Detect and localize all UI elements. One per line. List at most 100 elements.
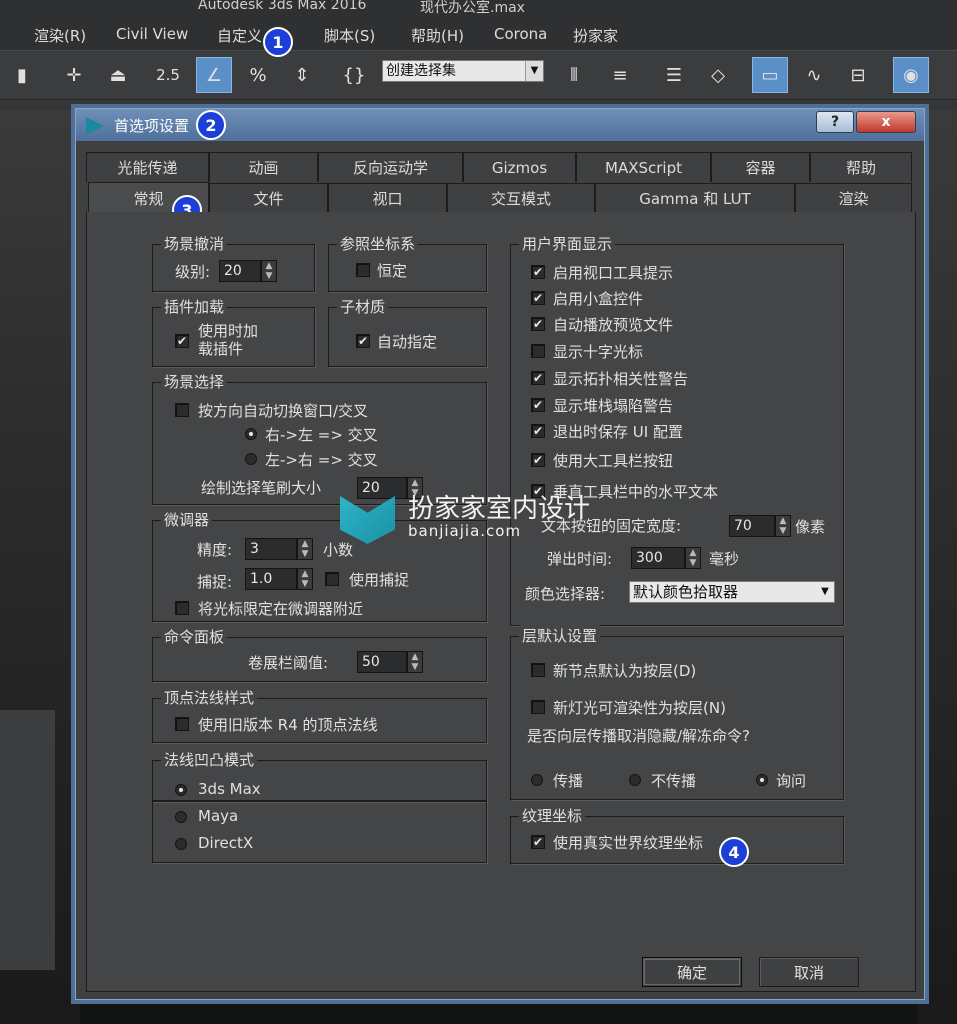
auto-switch-checkbox[interactable] bbox=[175, 403, 189, 417]
menu-render[interactable]: 渲染(R) bbox=[34, 25, 86, 46]
right-to-left-radio[interactable] bbox=[245, 428, 257, 440]
texture-coord-title: 纹理坐标 bbox=[519, 805, 586, 826]
wrap-cursor-checkbox[interactable] bbox=[175, 601, 189, 615]
fixed-width-input[interactable]: 70 bbox=[729, 515, 775, 537]
menu-corona[interactable]: Corona bbox=[494, 25, 547, 43]
popup-time-input[interactable]: 300 bbox=[631, 547, 685, 569]
brush-size-input[interactable]: 20 bbox=[357, 477, 407, 499]
save-ui-config-checkbox[interactable]: ✔ bbox=[531, 424, 545, 438]
bump-directx-radio[interactable] bbox=[175, 838, 187, 850]
propagate-label: 传播 bbox=[553, 772, 584, 790]
select-move-icon[interactable]: ✛ bbox=[56, 57, 92, 93]
menu-script[interactable]: 脚本(S) bbox=[324, 25, 375, 46]
ask-radio[interactable] bbox=[756, 774, 768, 786]
auto-assign-checkbox[interactable]: ✔ bbox=[356, 334, 370, 348]
cancel-button[interactable]: 取消 bbox=[759, 957, 859, 987]
menu-banjiajia[interactable]: 扮家家 bbox=[573, 25, 618, 46]
spinners-title: 微调器 bbox=[161, 509, 213, 530]
precision-input[interactable]: 3 bbox=[245, 538, 297, 560]
menu-help[interactable]: 帮助(H) bbox=[411, 25, 464, 46]
spinner-snap-icon[interactable]: ⇕ bbox=[284, 57, 320, 93]
layer-explorer-icon[interactable]: ◇ bbox=[700, 57, 736, 93]
topology-warning-checkbox[interactable]: ✔ bbox=[531, 371, 545, 385]
new-light-bylayer-checkbox[interactable] bbox=[531, 700, 545, 714]
tab-radiosity[interactable]: 光能传递 bbox=[86, 152, 209, 182]
undo-level-input[interactable]: 20 bbox=[219, 260, 261, 282]
scene-explorer-icon[interactable]: ☰ bbox=[656, 57, 692, 93]
chevron-down-icon: ▼ bbox=[821, 586, 829, 597]
chevron-down-icon: ▼ bbox=[525, 61, 543, 81]
viewport-scene-left bbox=[0, 110, 80, 1024]
fixed-width-spinner[interactable]: ▲ ▼ bbox=[775, 515, 791, 537]
bump-maya-label: Maya bbox=[198, 807, 239, 825]
load-on-use-checkbox[interactable]: ✔ bbox=[175, 334, 189, 348]
mirror-icon[interactable]: ⫴ bbox=[556, 57, 592, 93]
tab-viewports[interactable]: 视口 bbox=[328, 183, 447, 213]
real-world-uv-checkbox[interactable]: ✔ bbox=[531, 835, 545, 849]
viewport-tooltips-checkbox[interactable]: ✔ bbox=[531, 265, 545, 279]
rollout-threshold-input[interactable]: 50 bbox=[357, 651, 407, 673]
color-picker-label: 颜色选择器: bbox=[525, 585, 606, 603]
new-node-bylayer-checkbox[interactable] bbox=[531, 663, 545, 677]
new-node-bylayer-label: 新节点默认为按层(D) bbox=[553, 662, 697, 680]
tab-ik[interactable]: 反向运动学 bbox=[318, 152, 463, 182]
precision-spinner[interactable]: ▲ ▼ bbox=[297, 538, 313, 560]
menu-customize[interactable]: 自定义 bbox=[217, 25, 262, 46]
menu-civil-view[interactable]: Civil View bbox=[116, 25, 188, 43]
bump-3dsmax-radio[interactable] bbox=[175, 784, 187, 796]
place-icon[interactable]: ⏏ bbox=[100, 57, 136, 93]
topology-warning-label: 显示拓扑相关性警告 bbox=[553, 370, 689, 388]
tab-rendering[interactable]: 渲染 bbox=[795, 183, 912, 213]
sub-material-group: 子材质 ✔ 自动指定 bbox=[328, 296, 487, 367]
constant-checkbox[interactable] bbox=[356, 263, 370, 277]
percent-snap-icon[interactable]: % bbox=[240, 57, 276, 93]
vertex-normal-group: 顶点法线样式 使用旧版本 R4 的顶点法线 bbox=[152, 687, 487, 743]
tab-gizmos[interactable]: Gizmos bbox=[463, 152, 576, 182]
tab-containers[interactable]: 容器 bbox=[711, 152, 810, 182]
legacy-normals-checkbox[interactable] bbox=[175, 717, 189, 731]
plugin-load-title: 插件加载 bbox=[161, 296, 228, 317]
dialog-title: 首选项设置 bbox=[114, 117, 190, 135]
tab-gamma-lut[interactable]: Gamma 和 LUT bbox=[595, 183, 795, 213]
tab-help[interactable]: 帮助 bbox=[810, 152, 912, 182]
schematic-view-icon[interactable]: ⊟ bbox=[840, 57, 876, 93]
tab-interaction-mode[interactable]: 交互模式 bbox=[447, 183, 595, 213]
auto-assign-label: 自动指定 bbox=[377, 333, 438, 351]
left-to-right-radio[interactable] bbox=[245, 453, 257, 465]
snap-spinner[interactable]: ▲ ▼ bbox=[297, 568, 313, 590]
ribbon-icon[interactable]: ▭ bbox=[752, 57, 788, 93]
use-snap-checkbox[interactable] bbox=[325, 572, 339, 586]
autoplay-preview-checkbox[interactable]: ✔ bbox=[531, 317, 545, 331]
tab-animation[interactable]: 动画 bbox=[209, 152, 318, 182]
tab-maxscript[interactable]: MAXScript bbox=[576, 152, 711, 182]
propagate-radio[interactable] bbox=[531, 774, 543, 786]
tab-files[interactable]: 文件 bbox=[209, 183, 328, 213]
named-selection-dropdown[interactable]: 创建选择集 ▼ bbox=[382, 60, 544, 82]
dont-propagate-radio[interactable] bbox=[629, 774, 641, 786]
undo-level-spinner[interactable]: ▲ ▼ bbox=[261, 260, 277, 282]
stack-collapse-checkbox[interactable]: ✔ bbox=[531, 398, 545, 412]
edit-named-selection-icon[interactable]: {} bbox=[336, 57, 372, 93]
popup-time-spinner[interactable]: ▲ ▼ bbox=[685, 547, 701, 569]
bump-maya-radio[interactable] bbox=[175, 811, 187, 823]
right-to-left-label: 右->左 => 交叉 bbox=[265, 426, 378, 444]
align-icon[interactable]: ≡ bbox=[602, 57, 638, 93]
angle-snap-icon[interactable]: ∠ bbox=[196, 57, 232, 93]
viewcube-checkbox[interactable]: ✔ bbox=[531, 291, 545, 305]
help-button[interactable]: ? bbox=[816, 111, 854, 133]
save-ui-config-label: 退出时保存 UI 配置 bbox=[553, 423, 683, 441]
close-button[interactable]: x bbox=[856, 111, 916, 133]
curve-editor-icon[interactable]: ∿ bbox=[796, 57, 832, 93]
rollout-threshold-spinner[interactable]: ▲ ▼ bbox=[407, 651, 423, 673]
file-name: 现代办公室.max bbox=[420, 0, 525, 16]
bump-3dsmax-label: 3ds Max bbox=[198, 780, 261, 798]
ok-button[interactable]: 确定 bbox=[642, 957, 742, 987]
popup-time-label: 弹出时间: bbox=[547, 550, 613, 568]
snap-toggle-icon[interactable]: 2.5 bbox=[150, 57, 186, 93]
snap-input[interactable]: 1.0 bbox=[245, 568, 297, 590]
material-editor-icon[interactable]: ◉ bbox=[893, 57, 929, 93]
large-toolbar-checkbox[interactable]: ✔ bbox=[531, 453, 545, 467]
bind-space-warp-icon[interactable]: ▮ bbox=[4, 57, 40, 93]
crosshair-cursor-checkbox[interactable] bbox=[531, 344, 545, 358]
color-picker-dropdown[interactable]: 默认颜色拾取器 ▼ bbox=[629, 581, 835, 603]
